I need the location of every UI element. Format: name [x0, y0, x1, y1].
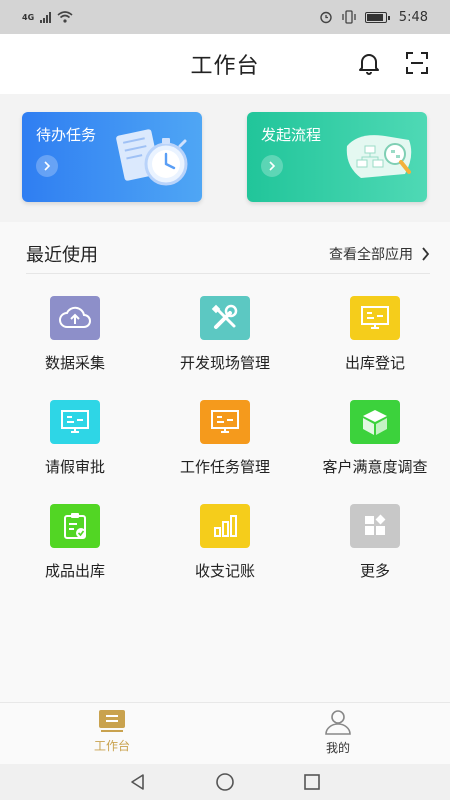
- app-label: 成品出库: [44, 562, 105, 580]
- app-label: 出库登记: [344, 354, 405, 372]
- chevron-right-icon: [261, 155, 283, 177]
- workbench-icon: [99, 710, 125, 732]
- recent-header: 最近使用 查看全部应用: [26, 234, 430, 274]
- tab-label: 我的: [325, 741, 350, 755]
- battery-icon: [364, 11, 390, 23]
- app-customer-survey[interactable]: 客户满意度调查: [300, 400, 450, 500]
- system-nav-bar: [0, 764, 450, 800]
- recents-icon[interactable]: [302, 772, 322, 792]
- more-grid-icon: [350, 504, 400, 548]
- app-outbound-registration[interactable]: 出库登记: [300, 296, 450, 396]
- app-task-management[interactable]: 工作任务管理: [150, 400, 300, 500]
- app-label: 客户满意度调查: [322, 458, 428, 476]
- bell-icon: [359, 54, 379, 75]
- app-label: 请假审批: [44, 458, 105, 476]
- status-right: 5:48: [319, 10, 428, 25]
- back-icon[interactable]: [128, 772, 148, 792]
- quick-cards: 待办任务 发起流程: [0, 94, 450, 222]
- monitor-icon: [350, 296, 400, 340]
- notification-button[interactable]: [356, 50, 382, 76]
- scan-button[interactable]: [404, 50, 430, 76]
- app-label: 开发现场管理: [179, 354, 270, 372]
- recent-section: 最近使用 查看全部应用 数据采集 开发现场管理 出库登记 请假审批 工作任务管理…: [0, 222, 450, 702]
- tab-mine[interactable]: 我的: [298, 709, 378, 756]
- monitor-icon: [50, 400, 100, 444]
- app-data-collection[interactable]: 数据采集: [0, 296, 150, 396]
- clipboard-icon: [50, 504, 100, 548]
- status-bar: 4G 5:48: [0, 0, 450, 34]
- user-icon: [325, 710, 351, 735]
- alarm-icon: [320, 11, 332, 24]
- header-actions: [356, 50, 430, 76]
- bar-chart-icon: [200, 504, 250, 548]
- tab-workbench[interactable]: 工作台: [72, 709, 152, 754]
- start-process-card[interactable]: 发起流程: [247, 112, 427, 202]
- tab-label: 工作台: [93, 739, 130, 753]
- todo-card-label: 待办任务: [36, 126, 97, 144]
- recent-title: 最近使用: [26, 244, 98, 266]
- flow-card-label: 发起流程: [261, 126, 322, 144]
- view-all-label: 查看全部应用: [329, 246, 413, 263]
- monitor-icon: [200, 400, 250, 444]
- wifi-icon: [57, 11, 73, 23]
- app-finished-goods-outbound[interactable]: 成品出库: [0, 504, 150, 604]
- signal-icon: [40, 11, 52, 23]
- page-title: 工作台: [190, 54, 260, 79]
- app-leave-approval[interactable]: 请假审批: [0, 400, 150, 500]
- app-header: 工作台: [0, 34, 450, 94]
- chevron-right-icon: [36, 155, 58, 177]
- todo-task-card[interactable]: 待办任务: [22, 112, 202, 202]
- bottom-tab-bar: 工作台 我的: [0, 702, 450, 764]
- home-icon[interactable]: [215, 772, 235, 792]
- chevron-right-icon: [422, 246, 430, 261]
- scan-icon: [406, 52, 428, 74]
- app-label: 收支记账: [194, 562, 255, 580]
- status-left: 4G: [22, 11, 73, 23]
- app-bookkeeping[interactable]: 收支记账: [150, 504, 300, 604]
- view-all-apps-link[interactable]: 查看全部应用: [329, 244, 430, 264]
- app-label: 工作任务管理: [179, 458, 270, 476]
- stopwatch-document-icon: [116, 129, 188, 186]
- network-type: 4G: [22, 12, 35, 22]
- cloud-upload-icon: [50, 296, 100, 340]
- status-time: 5:48: [398, 9, 428, 25]
- flowchart-document-icon: [346, 135, 412, 178]
- app-label: 数据采集: [44, 354, 105, 372]
- vibrate-icon: [342, 10, 356, 24]
- app-more[interactable]: 更多: [300, 504, 450, 604]
- tools-icon: [200, 296, 250, 340]
- cube-icon: [350, 400, 400, 444]
- app-label: 更多: [359, 562, 390, 580]
- app-site-management[interactable]: 开发现场管理: [150, 296, 300, 396]
